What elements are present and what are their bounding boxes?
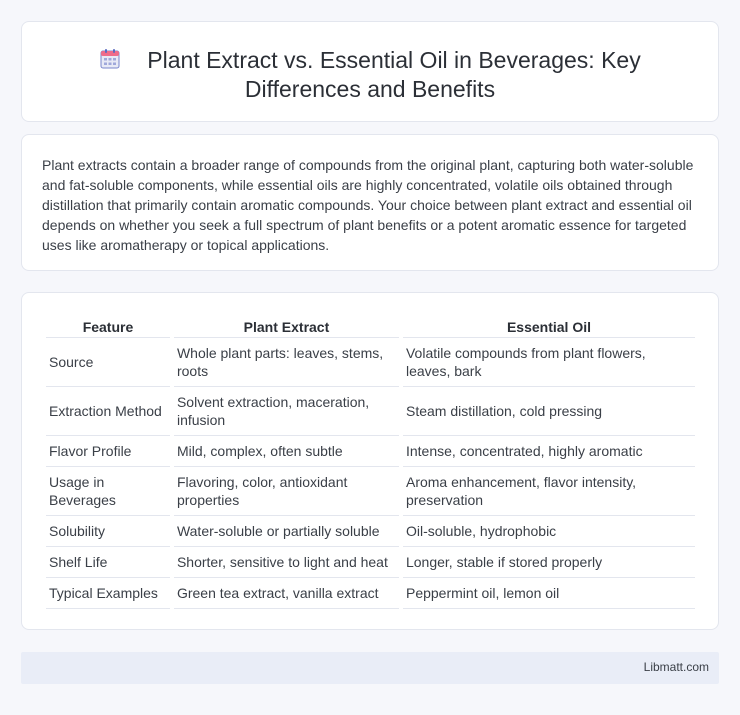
table-row: Solubility Water-soluble or partially so… [46,516,695,547]
table-row: Flavor Profile Mild, complex, often subt… [46,436,695,467]
table-row: Typical Examples Green tea extract, vani… [46,578,695,609]
table-row: Source Whole plant parts: leaves, stems,… [46,338,695,387]
feature-cell: Solubility [46,516,170,547]
comparison-table: Feature Plant Extract Essential Oil Sour… [42,315,699,609]
page-title-text: Plant Extract vs. Essential Oil in Bever… [147,47,641,102]
page-title: Plant Extract vs. Essential Oil in Bever… [22,46,718,104]
plant-extract-cell: Solvent extraction, maceration, infusion [173,387,399,436]
essential-oil-cell: Volatile compounds from plant flowers, l… [402,338,695,387]
plant-extract-cell: Water-soluble or partially soluble [173,516,399,547]
essential-oil-cell: Intense, concentrated, highly aromatic [402,436,695,467]
essential-oil-cell: Peppermint oil, lemon oil [402,578,695,609]
summary-paragraph: Plant extracts contain a broader range o… [42,157,694,253]
essential-oil-cell: Oil-soluble, hydrophobic [402,516,695,547]
table-row: Shelf Life Shorter, sensitive to light a… [46,547,695,578]
table-row: Usage in Beverages Flavoring, color, ant… [46,467,695,516]
footer-bar: Libmatt.com [21,652,719,684]
feature-cell: Usage in Beverages [46,467,170,516]
table-header-row: Feature Plant Extract Essential Oil [46,315,695,338]
essential-oil-cell: Aroma enhancement, flavor intensity, pre… [402,467,695,516]
plant-extract-cell: Flavoring, color, antioxidant properties [173,467,399,516]
plant-extract-cell: Shorter, sensitive to light and heat [173,547,399,578]
feature-cell: Extraction Method [46,387,170,436]
header-essential-oil: Essential Oil [402,315,695,338]
plant-extract-cell: Green tea extract, vanilla extract [173,578,399,609]
calendar-icon [99,48,121,70]
feature-cell: Typical Examples [46,578,170,609]
title-card: Plant Extract vs. Essential Oil in Bever… [21,21,719,122]
feature-cell: Flavor Profile [46,436,170,467]
plant-extract-cell: Whole plant parts: leaves, stems, roots [173,338,399,387]
header-feature: Feature [46,315,170,338]
feature-cell: Source [46,338,170,387]
feature-cell: Shelf Life [46,547,170,578]
essential-oil-cell: Steam distillation, cold pressing [402,387,695,436]
comparison-card: Feature Plant Extract Essential Oil Sour… [21,292,719,630]
summary-card: Plant extracts contain a broader range o… [21,134,719,271]
footer-brand: Libmatt.com [643,660,709,674]
essential-oil-cell: Longer, stable if stored properly [402,547,695,578]
plant-extract-cell: Mild, complex, often subtle [173,436,399,467]
header-plant-extract: Plant Extract [173,315,399,338]
table-row: Extraction Method Solvent extraction, ma… [46,387,695,436]
